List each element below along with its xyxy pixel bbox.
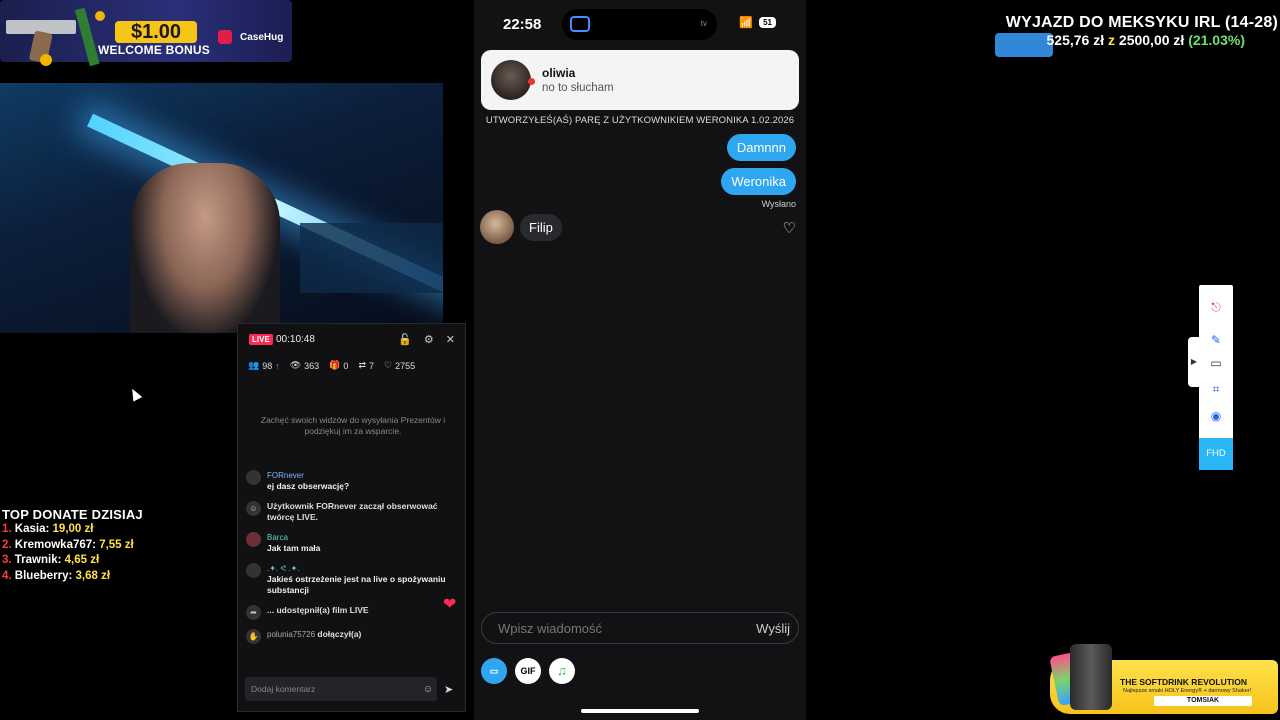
message-input[interactable]: Wpisz wiadomość Wyślij [481, 612, 799, 644]
floating-heart-icon: ❤ [443, 596, 457, 613]
chat-system-message: ☺ Użytkownik FORnever zaczął obserwować … [246, 501, 461, 523]
donate-title: TOP DONATE DZISIAJ [2, 507, 143, 522]
music-icon[interactable]: ♫ [549, 658, 575, 684]
avatar [246, 563, 261, 578]
mouse-cursor-icon [127, 386, 143, 402]
crop-icon[interactable]: ⌗ [1208, 381, 1224, 397]
notification-banner[interactable]: oliwia no to słucham [481, 50, 799, 110]
share-icon: ➦ [246, 605, 261, 620]
ad-code: TOMSIAK [1154, 696, 1252, 706]
lock-icon[interactable]: 🔓 [398, 333, 412, 346]
avatar[interactable] [480, 210, 514, 244]
tv-label: tv [700, 19, 707, 28]
chat-system-message: ➦ ... udostępnił(a) film LIVE [246, 605, 461, 620]
ad-title: THE SOFTDRINK REVOLUTION [1120, 677, 1248, 687]
notification-sender: oliwia [542, 66, 576, 80]
chat-system-message: ✋ polunia75726 dołączył(a) [246, 629, 461, 644]
unread-dot [528, 78, 535, 85]
follow-icon: ☺ [246, 501, 261, 516]
screen-share-icon [570, 16, 590, 32]
close-icon[interactable]: ✕ [446, 333, 455, 346]
chat-message: Barca Jak tam mała [246, 532, 461, 554]
welcome-bonus-banner: $1.00 WELCOME BONUS CaseHug [0, 0, 292, 67]
donate-row: 2. Kremowka767: 7,55 zł [2, 538, 134, 551]
exit-icon[interactable]: ⎋ [1208, 299, 1224, 315]
gear-icon[interactable]: ⚙ [424, 333, 434, 346]
battery-icon: 51 [759, 17, 776, 28]
gun-graphic [2, 6, 112, 67]
stat-shares: ⇄ 7 [358, 360, 374, 371]
goal-title: WYJAZD DO MEKSYKU IRL (14-28) [1005, 14, 1278, 31]
attachment-tools: ▭ GIF ♫ [481, 658, 575, 684]
softdrink-ad: THE SOFTDRINK REVOLUTION Najlepsze smaki… [1049, 644, 1278, 714]
outgoing-message[interactable]: Weronika [721, 168, 796, 195]
avatar [246, 532, 261, 547]
quality-button[interactable]: FHD [1199, 438, 1233, 470]
send-button[interactable]: Wyślij [756, 621, 790, 636]
like-heart-icon[interactable]: ♡ [783, 219, 796, 237]
sent-status: Wysłano [761, 199, 796, 209]
emoji-icon[interactable]: ☺ [423, 684, 433, 695]
shaker-graphic [1070, 644, 1112, 710]
pair-info: UTWORZYŁEŚ(AŚ) PARĘ Z UŻYTKOWNIKIEM WERO… [485, 115, 795, 126]
wave-icon: ✋ [246, 629, 261, 644]
incoming-message[interactable]: Filip [520, 214, 562, 241]
live-stats: 👥 98 ↑ 👁 363 🎁 0 ⇄ 7 ♡ 2755 [248, 360, 415, 371]
gifts-hint: Zachęć swoich widzów do wysyłania Prezen… [260, 415, 446, 436]
status-time: 22:58 [503, 16, 542, 33]
donate-row: 3. Trawnik: 4,65 zł [2, 554, 100, 566]
users-icon: 👥 [248, 360, 260, 370]
arrow-up-icon: ↑ [275, 360, 280, 371]
stat-gifts: 🎁 0 [329, 360, 349, 371]
gift-icon: 🎁 [329, 360, 341, 370]
streamer [130, 163, 280, 333]
record-icon[interactable]: ◉ [1208, 408, 1224, 424]
donate-row: 1. Kasia: 19,00 zł [2, 523, 94, 535]
pen-icon[interactable]: ✎ [1208, 332, 1224, 348]
sticker-icon[interactable]: ▭ [481, 658, 507, 684]
gif-button[interactable]: GIF [515, 658, 541, 684]
bonus-label: WELCOME BONUS [98, 43, 210, 57]
share-icon: ⇄ [358, 360, 366, 370]
message-placeholder: Wpisz wiadomość [498, 621, 603, 636]
goal-amount: 525,76 zł z 2500,00 zł (21.03%) [1046, 32, 1245, 48]
avatar [491, 60, 531, 100]
send-icon[interactable]: ➤ [444, 683, 453, 696]
live-panel: LIVE 00:10:48 🔓 ⚙ ✕ 👥 98 ↑ 👁 363 🎁 0 ⇄ 7 ♡ 275… [237, 323, 466, 712]
panel-controls: 🔓 ⚙ ✕ [398, 333, 455, 346]
outgoing-message[interactable]: Damnnn [726, 134, 796, 161]
rectangle-icon[interactable]: ▭ [1208, 355, 1224, 371]
comment-input[interactable]: Dodaj komentarz [245, 677, 437, 701]
notification-text: no to słucham [542, 82, 614, 94]
donation-goal: WYJAZD DO MEKSYKU IRL (14-28) 525,76 zł … [993, 14, 1278, 57]
ad-subtitle: Najlepsze smaki HOLY Energy® + darmowy S… [1123, 688, 1252, 694]
bonus-amount: $1.00 [115, 21, 197, 43]
chat-list: FORnever ej dasz obserwację? ☺ Użytkownik… [246, 470, 461, 653]
stat-likes: ♡ 2755 [384, 360, 416, 371]
dynamic-island: tv [562, 9, 717, 40]
background-shelf [300, 223, 443, 293]
chat-message: FORnever ej dasz obserwację? [246, 470, 461, 492]
wifi-icon: 📶 [739, 17, 754, 29]
stat-views: 👁 363 [289, 360, 320, 371]
live-timer: 00:10:48 [276, 334, 315, 345]
heart-icon: ♡ [384, 360, 393, 370]
live-badge: LIVE [249, 334, 273, 345]
stat-users: 👥 98 ↑ [248, 360, 280, 371]
status-icons: 📶 51 [739, 16, 776, 29]
phone-screen: 22:58 tv 📶 51 oliwia no to słucham UTWOR… [474, 0, 806, 720]
donate-row: 4. Blueberry: 3,68 zł [2, 569, 111, 582]
brand-name: CaseHug [240, 32, 284, 43]
chat-message: .✦. ᕙ .✦. Jakieś ostrzeżenie jest na live… [246, 563, 461, 596]
avatar [246, 470, 261, 485]
top-donate-list: TOP DONATE DZISIAJ 1. Kasia: 19,00 zł 2.… [2, 507, 202, 584]
webcam-feed [0, 83, 443, 333]
home-indicator[interactable] [581, 709, 699, 713]
eye-icon: 👁 [289, 360, 302, 370]
floating-toolbar: ⎋ ✎ ▭ ⌗ ◉ FHD [1199, 285, 1233, 470]
